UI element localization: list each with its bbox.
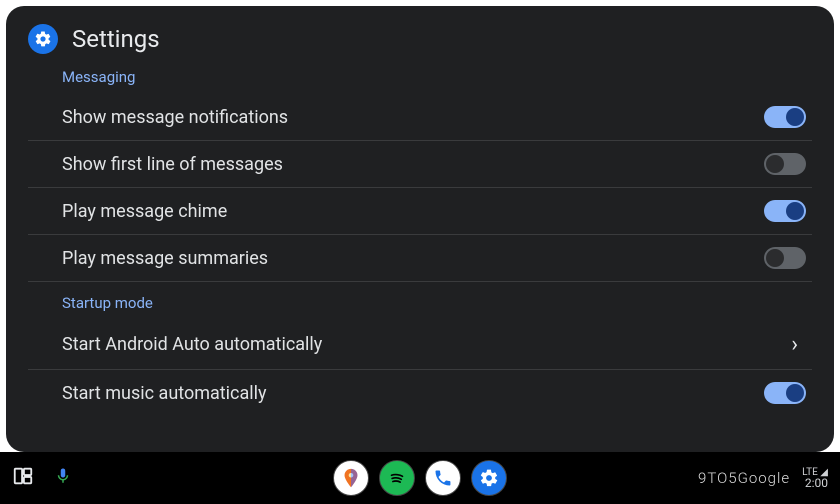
watermark: 9TO5Google bbox=[698, 469, 790, 487]
app-shortcut-settings[interactable] bbox=[471, 460, 507, 496]
row-label: Play message chime bbox=[62, 201, 227, 222]
status-time: 2:00 bbox=[802, 478, 828, 488]
status-area: LTE ◢ 2:00 bbox=[802, 468, 828, 488]
toggle-show-message-notifications[interactable] bbox=[764, 106, 806, 128]
app-shortcut-phone[interactable] bbox=[425, 460, 461, 496]
row-show-first-line[interactable]: Show first line of messages bbox=[28, 141, 812, 188]
apps-grid-icon[interactable] bbox=[12, 465, 34, 491]
toggle-show-first-line[interactable] bbox=[764, 153, 806, 175]
section-header-messaging: Messaging bbox=[62, 68, 812, 86]
section-header-startup: Startup mode bbox=[62, 294, 812, 312]
row-play-summaries[interactable]: Play message summaries bbox=[28, 235, 812, 282]
row-label: Play message summaries bbox=[62, 248, 268, 269]
microphone-icon[interactable] bbox=[54, 467, 72, 489]
app-shortcut-spotify[interactable] bbox=[379, 460, 415, 496]
settings-window: Settings Messaging Show message notifica… bbox=[6, 6, 834, 452]
app-shortcut-maps[interactable] bbox=[333, 460, 369, 496]
row-label: Start music automatically bbox=[62, 383, 267, 404]
row-start-music[interactable]: Start music automatically bbox=[28, 370, 812, 416]
toggle-start-music[interactable] bbox=[764, 382, 806, 404]
row-start-android-auto[interactable]: Start Android Auto automatically › bbox=[28, 320, 812, 370]
app-dock bbox=[333, 460, 507, 496]
page-title: Settings bbox=[72, 25, 160, 53]
bottombar: 9TO5Google LTE ◢ 2:00 bbox=[0, 452, 840, 504]
row-show-message-notifications[interactable]: Show message notifications bbox=[28, 94, 812, 141]
gear-icon bbox=[28, 24, 58, 54]
row-label: Show first line of messages bbox=[62, 154, 283, 175]
header: Settings bbox=[28, 24, 812, 54]
toggle-play-summaries[interactable] bbox=[764, 247, 806, 269]
row-play-chime[interactable]: Play message chime bbox=[28, 188, 812, 235]
chevron-right-icon: › bbox=[791, 332, 806, 357]
toggle-play-chime[interactable] bbox=[764, 200, 806, 222]
row-label: Start Android Auto automatically bbox=[62, 334, 322, 355]
row-label: Show message notifications bbox=[62, 107, 288, 128]
